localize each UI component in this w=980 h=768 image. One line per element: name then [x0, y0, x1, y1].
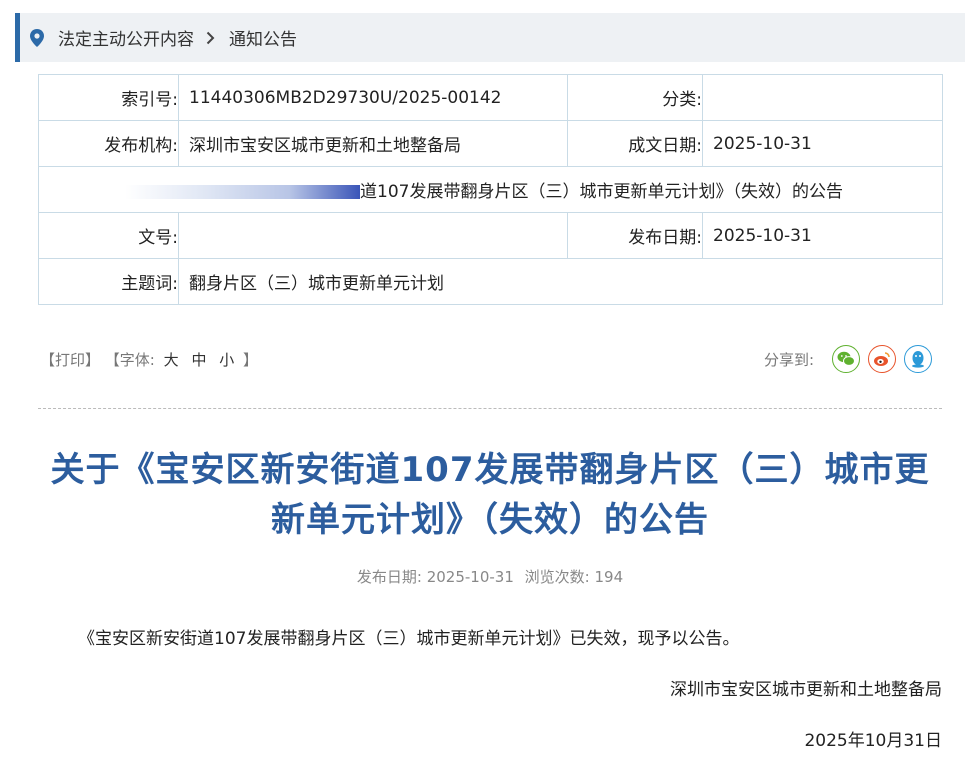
created-date-label: 成文日期: — [567, 120, 703, 167]
print-button[interactable]: 【打印】 — [40, 351, 100, 369]
breadcrumb-item-public-content[interactable]: 法定主动公开内容 — [58, 25, 194, 50]
table-row: 主题词: 翻身片区（三）城市更新单元计划 — [38, 258, 943, 305]
divider — [38, 408, 942, 409]
index-label: 索引号: — [38, 74, 179, 121]
publisher-label: 发布机构: — [38, 120, 179, 167]
document-name-value: 道107发展带翻身片区（三）城市更新单元计划》（失效）的公告 — [360, 182, 843, 202]
font-size-small-button[interactable]: 小 — [219, 351, 234, 369]
title-line-2: 新单元计划》（失效）的公告 — [271, 500, 709, 540]
article-date: 2025年10月31日 — [804, 731, 942, 751]
document-name-cell: 道107发展带翻身片区（三）城市更新单元计划》（失效）的公告 — [38, 166, 943, 213]
page-title: 关于《宝安区新安街道107发展带翻身片区（三）城市更 新单元计划》（失效）的公告 — [38, 445, 942, 545]
blurred-text — [125, 185, 360, 199]
article-toolbar: 【打印】 【字体: 大 中 小 】 — [40, 349, 258, 370]
meta-date: 2025-10-31 — [426, 568, 514, 586]
category-label: 分类: — [567, 74, 703, 121]
breadcrumb: 法定主动公开内容 通知公告 — [15, 13, 965, 62]
publisher-value: 深圳市宝安区城市更新和土地整备局 — [178, 120, 568, 167]
chevron-right-icon — [206, 31, 215, 44]
index-value: 11440306MB2D29730U/2025-00142 — [178, 74, 568, 121]
table-row: 道107发展带翻身片区（三）城市更新单元计划》（失效）的公告 — [38, 166, 943, 213]
article-body: 《宝安区新安街道107发展带翻身片区（三）城市更新单元计划》已失效，现予以公告。 — [78, 629, 740, 649]
location-pin-icon — [30, 28, 44, 47]
docno-value — [178, 212, 568, 259]
created-date-value: 2025-10-31 — [702, 120, 943, 167]
font-size-prefix: 【字体: — [104, 351, 155, 369]
keywords-value: 翻身片区（三）城市更新单元计划 — [178, 258, 943, 305]
font-size-large-button[interactable]: 大 — [164, 351, 179, 369]
wechat-icon[interactable] — [832, 345, 860, 373]
table-row: 索引号: 11440306MB2D29730U/2025-00142 分类: — [38, 74, 943, 121]
article-meta: 发布日期: 2025-10-31 浏览次数: 194 — [0, 566, 980, 587]
article-signature: 深圳市宝安区城市更新和土地整备局 — [670, 680, 942, 700]
docno-label: 文号: — [38, 212, 179, 259]
font-size-medium-button[interactable]: 中 — [191, 351, 206, 369]
table-row: 发布机构: 深圳市宝安区城市更新和土地整备局 成文日期: 2025-10-31 — [38, 120, 943, 167]
share-label: 分享到: — [763, 350, 814, 369]
keywords-label: 主题词: — [38, 258, 179, 305]
breadcrumb-item-notices[interactable]: 通知公告 — [229, 25, 297, 50]
category-value — [702, 74, 943, 121]
publish-date-label: 发布日期: — [567, 212, 703, 259]
share-bar: 分享到: — [764, 345, 932, 373]
weibo-icon[interactable] — [868, 345, 896, 373]
meta-views-label: 浏览次数: — [524, 568, 590, 586]
font-size-suffix: 】 — [243, 351, 259, 369]
meta-views: 194 — [594, 568, 624, 586]
publish-date-value: 2025-10-31 — [702, 212, 943, 259]
document-info-table: 索引号: 11440306MB2D29730U/2025-00142 分类: 发… — [38, 74, 943, 305]
qq-icon[interactable] — [904, 345, 932, 373]
meta-date-label: 发布日期: — [356, 568, 422, 586]
title-line-1: 关于《宝安区新安街道107发展带翻身片区（三）城市更 — [50, 450, 930, 490]
table-row: 文号: 发布日期: 2025-10-31 — [38, 212, 943, 259]
